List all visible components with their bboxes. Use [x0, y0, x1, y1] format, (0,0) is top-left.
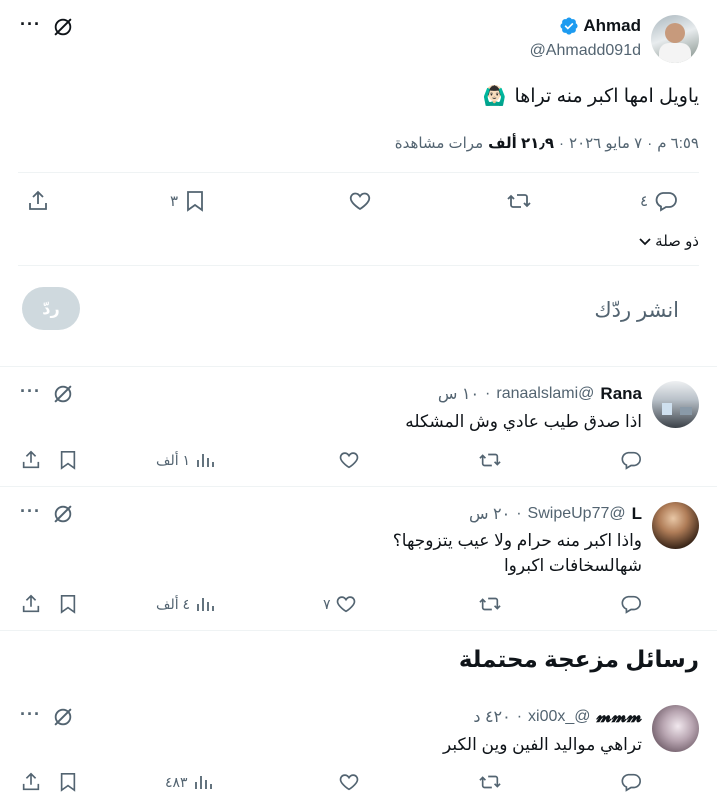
more-options-icon[interactable]: ···	[20, 14, 41, 35]
author-handle[interactable]: @Ahmadd091d	[530, 42, 641, 60]
share-icon[interactable]	[20, 449, 42, 471]
grok-icon[interactable]	[52, 16, 74, 38]
more-options-icon[interactable]: ···	[20, 704, 41, 725]
retweet-icon[interactable]	[478, 593, 502, 615]
reply-time[interactable]: ٤٢٠ د	[473, 707, 510, 727]
author-avatar[interactable]	[651, 15, 699, 63]
views-action[interactable]: ٤٨٣	[165, 772, 213, 792]
tweet-date[interactable]: ٧ مايو ٢٠٢٦	[569, 134, 642, 152]
author-display-name: Ahmad	[583, 16, 641, 35]
bookmark-icon[interactable]	[58, 771, 78, 793]
reply-display-name[interactable]: L	[632, 504, 642, 524]
reply-action[interactable]: ٤	[640, 189, 678, 213]
reply-button[interactable]: ردّ	[22, 287, 80, 330]
bookmark-icon[interactable]	[58, 449, 78, 471]
compose-divider	[0, 366, 717, 367]
reply-time[interactable]: ١٠ س	[438, 384, 479, 404]
more-options-icon[interactable]: ···	[20, 501, 41, 522]
reply-header: 𝓶𝓶𝓶 @_xi00x · ٤٢٠ د	[473, 707, 642, 727]
bookmark-action[interactable]: ٣	[170, 189, 206, 213]
reply-icon	[654, 189, 678, 213]
tweet-text: ياويل امها اكبر منه تراها 🙆🏻‍♂️	[483, 84, 699, 108]
views-icon	[193, 772, 213, 792]
like-action[interactable]: ٧	[323, 593, 357, 615]
reply-divider	[0, 630, 717, 631]
views-icon	[195, 594, 215, 614]
views-label: مرات مشاهدة	[394, 135, 484, 152]
share-icon[interactable]	[20, 771, 42, 793]
reply-time[interactable]: ٢٠ س	[469, 504, 510, 524]
reply-avatar[interactable]	[652, 502, 699, 549]
more-options-icon[interactable]: ···	[20, 381, 41, 402]
grok-icon[interactable]	[52, 503, 74, 525]
author-name-row[interactable]: Ahmad	[559, 16, 641, 36]
reply-icon[interactable]	[620, 771, 642, 793]
meta-divider	[18, 172, 699, 173]
tweet-emoji: 🙆🏻‍♂️	[482, 86, 507, 107]
reply-header: L @SwipeUp77 · ٢٠ س	[469, 504, 642, 524]
views-action[interactable]: ١ ألف	[156, 450, 215, 470]
reply-input[interactable]: انشر ردّك	[594, 298, 679, 323]
grok-icon[interactable]	[52, 383, 74, 405]
reply-header: Rana @ranaalslami · ١٠ س	[437, 384, 642, 404]
reply-handle[interactable]: @SwipeUp77	[528, 505, 626, 523]
reply-text: تراهي مواليد الفين وين الكبر	[443, 735, 642, 754]
verified-badge-icon	[559, 16, 579, 36]
reply-text: شهالسخافات اكبروا	[503, 556, 642, 575]
reply-avatar[interactable]	[652, 705, 699, 752]
grok-icon[interactable]	[52, 706, 74, 728]
reply-text: اذا صدق طيب عادي وش المشكله	[405, 412, 642, 431]
views-action[interactable]: ٤ ألف	[156, 594, 215, 614]
relevance-label: ذو صلة	[655, 233, 699, 250]
bookmark-icon	[184, 189, 206, 213]
reply-divider	[0, 486, 717, 487]
retweet-icon[interactable]	[506, 189, 532, 213]
retweet-icon[interactable]	[478, 771, 502, 793]
share-icon[interactable]	[26, 189, 50, 213]
sort-divider	[18, 265, 699, 266]
views-count: ٢١٫٩ ألف	[488, 135, 555, 152]
reply-display-name[interactable]: Rana	[600, 384, 642, 404]
tweet-time[interactable]: ٦:٥٩ م	[657, 134, 699, 152]
reply-handle[interactable]: @ranaalslami	[496, 385, 594, 403]
relevance-sort[interactable]: ذو صلة	[638, 232, 699, 250]
reply-text: واذا اكبر منه حرام ولا عيب يتزوجها؟	[392, 531, 642, 550]
like-icon[interactable]	[338, 771, 360, 793]
reply-avatar[interactable]	[652, 381, 699, 428]
tweet-meta: ٦:٥٩ م · ٧ مايو ٢٠٢٦ · ٢١٫٩ ألف مرات مشا…	[394, 134, 699, 153]
reply-display-name[interactable]: 𝓶𝓶𝓶	[597, 707, 642, 727]
tweet-body: ياويل امها اكبر منه تراها	[514, 85, 699, 107]
like-icon	[335, 593, 357, 615]
views-icon	[195, 450, 215, 470]
retweet-icon[interactable]	[478, 449, 502, 471]
like-icon[interactable]	[347, 189, 373, 213]
reply-icon[interactable]	[620, 593, 642, 615]
share-icon[interactable]	[20, 593, 42, 615]
chevron-down-icon	[638, 234, 652, 248]
reply-handle[interactable]: @_xi00x	[528, 708, 591, 726]
bookmark-icon[interactable]	[58, 593, 78, 615]
spam-section-title: رسائل مزعجة محتملة	[458, 646, 699, 672]
reply-icon[interactable]	[620, 449, 642, 471]
like-icon[interactable]	[338, 449, 360, 471]
